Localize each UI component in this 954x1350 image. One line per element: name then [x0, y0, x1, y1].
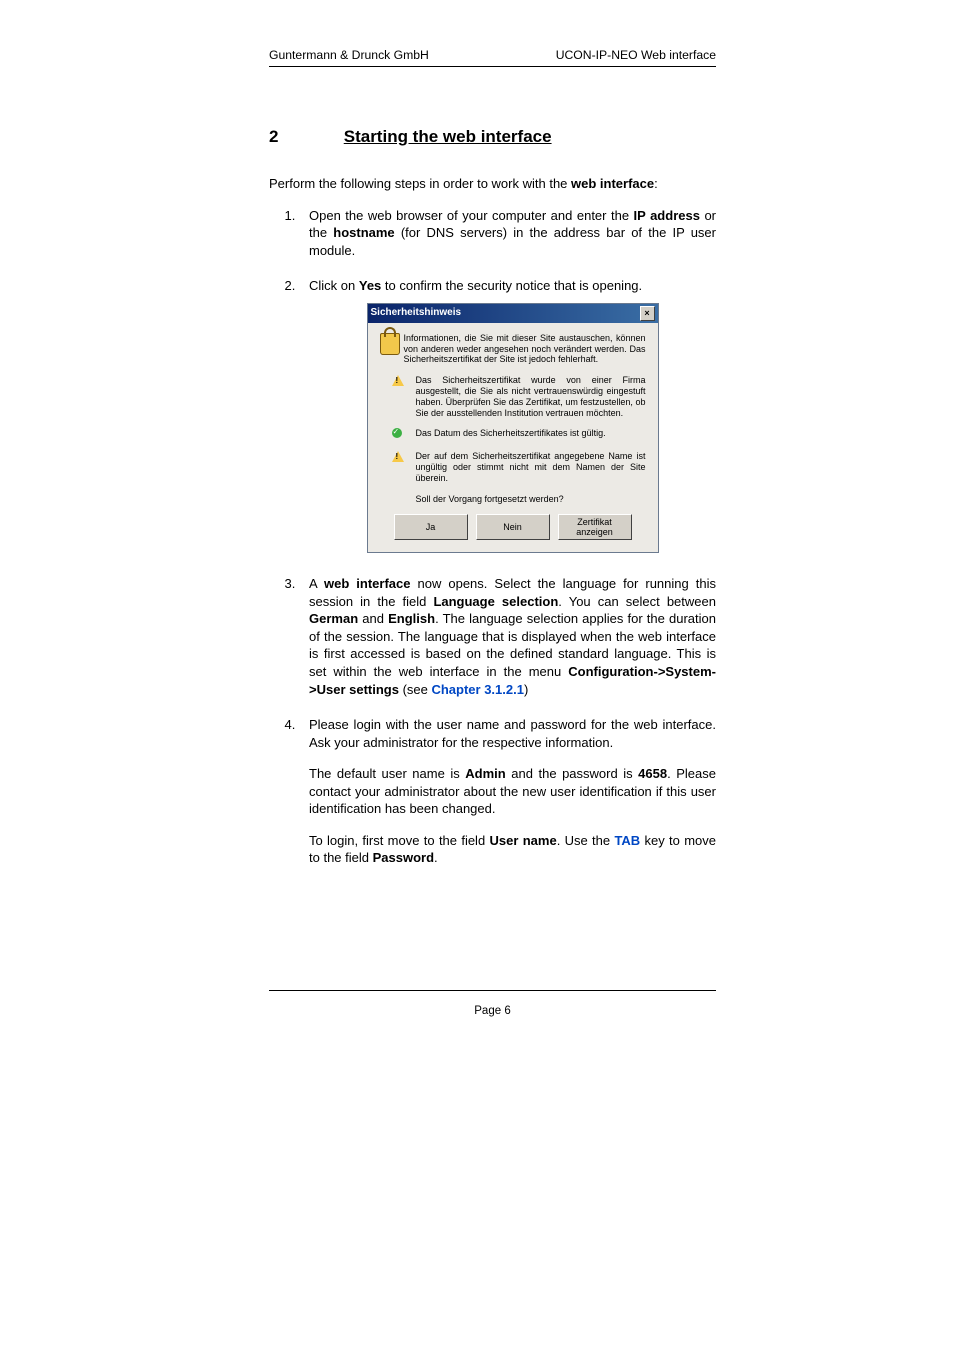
steps-list: Open the web browser of your computer an…: [269, 207, 716, 867]
section-heading: 2 Starting the web interface: [269, 127, 716, 147]
step4-p3: To login, first move to the field User n…: [309, 832, 716, 867]
dialog-buttons: Ja Nein Zertifikat anzeigen: [380, 514, 646, 540]
show-cert-button[interactable]: Zertifikat anzeigen: [558, 514, 632, 540]
step4-p2: The default user name is Admin and the p…: [309, 765, 716, 818]
intro-bold: web interface: [571, 176, 654, 191]
text: User name: [490, 833, 557, 848]
tab-key-ref: TAB: [614, 833, 640, 848]
text: Click on: [309, 278, 359, 293]
close-icon[interactable]: ×: [640, 306, 655, 321]
dialog-intro: Informationen, die Sie mit dieser Site a…: [404, 333, 646, 365]
text: Yes: [359, 278, 381, 293]
page-header: Guntermann & Drunck GmbH UCON-IP-NEO Web…: [269, 48, 716, 67]
chapter-link[interactable]: Chapter 3.1.2.1: [431, 682, 524, 697]
text: Language selection: [433, 594, 558, 609]
intro-text: Perform the following steps in order to …: [269, 175, 716, 193]
text: Open the web browser of your computer an…: [309, 208, 634, 223]
check-icon: [380, 428, 416, 441]
warning-icon: [380, 375, 416, 418]
text: To login, first move to the field: [309, 833, 490, 848]
text: 4658: [638, 766, 667, 781]
text: Password: [373, 850, 434, 865]
text: IP address: [634, 208, 700, 223]
step-4: Please login with the user name and pass…: [299, 716, 716, 867]
dialog-ok-row: Das Datum des Sicherheitszertifikates is…: [380, 428, 646, 441]
text: (see: [399, 682, 432, 697]
text: English: [388, 611, 435, 626]
text: The default user name is: [309, 766, 465, 781]
text: A: [309, 576, 324, 591]
spacer: [380, 494, 416, 505]
dialog-intro-row: Informationen, die Sie mit dieser Site a…: [380, 333, 646, 365]
text: and: [358, 611, 388, 626]
dialog-warn1-row: Das Sicherheitszertifikat wurde von eine…: [380, 375, 646, 418]
text: . You can select between: [558, 594, 716, 609]
dialog-warn2: Der auf dem Sicherheitszertifikat angege…: [416, 451, 646, 483]
intro-pre: Perform the following steps in order to …: [269, 176, 571, 191]
dialog-titlebar: Sicherheitshinweis ×: [368, 304, 658, 323]
step-2: Click on Yes to confirm the security not…: [299, 277, 716, 553]
text: Admin: [465, 766, 505, 781]
section-title: Starting the web interface: [344, 127, 552, 146]
no-button[interactable]: Nein: [476, 514, 550, 540]
page-footer: Page 6: [269, 990, 716, 1017]
dialog-warn2-row: Der auf dem Sicherheitszertifikat angege…: [380, 451, 646, 483]
text: hostname: [333, 225, 394, 240]
header-left: Guntermann & Drunck GmbH: [269, 48, 429, 62]
text: .: [434, 850, 438, 865]
step-1: Open the web browser of your computer an…: [299, 207, 716, 260]
header-right: UCON-IP-NEO Web interface: [556, 48, 716, 62]
text: and the password is: [506, 766, 638, 781]
dialog-title: Sicherheitshinweis: [371, 307, 462, 319]
text: . Use the: [557, 833, 615, 848]
dialog-warn1: Das Sicherheitszertifikat wurde von eine…: [416, 375, 646, 418]
section-number: 2: [269, 127, 339, 147]
step-3: A web interface now opens. Select the la…: [299, 575, 716, 698]
dialog-question-row: Soll der Vorgang fortgesetzt werden?: [380, 494, 646, 505]
dialog-body: Informationen, die Sie mit dieser Site a…: [368, 323, 658, 553]
security-dialog: Sicherheitshinweis × Informationen, die …: [367, 303, 659, 554]
text: ): [524, 682, 528, 697]
dialog-ok: Das Datum des Sicherheitszertifikates is…: [416, 428, 646, 441]
intro-post: :: [654, 176, 658, 191]
lock-icon: [380, 333, 404, 365]
text: German: [309, 611, 358, 626]
text: to confirm the security notice that is o…: [381, 278, 642, 293]
warning-icon: [380, 451, 416, 483]
dialog-question: Soll der Vorgang fortgesetzt werden?: [416, 494, 646, 505]
text: web interface: [324, 576, 411, 591]
yes-button[interactable]: Ja: [394, 514, 468, 540]
step4-p1: Please login with the user name and pass…: [309, 716, 716, 751]
